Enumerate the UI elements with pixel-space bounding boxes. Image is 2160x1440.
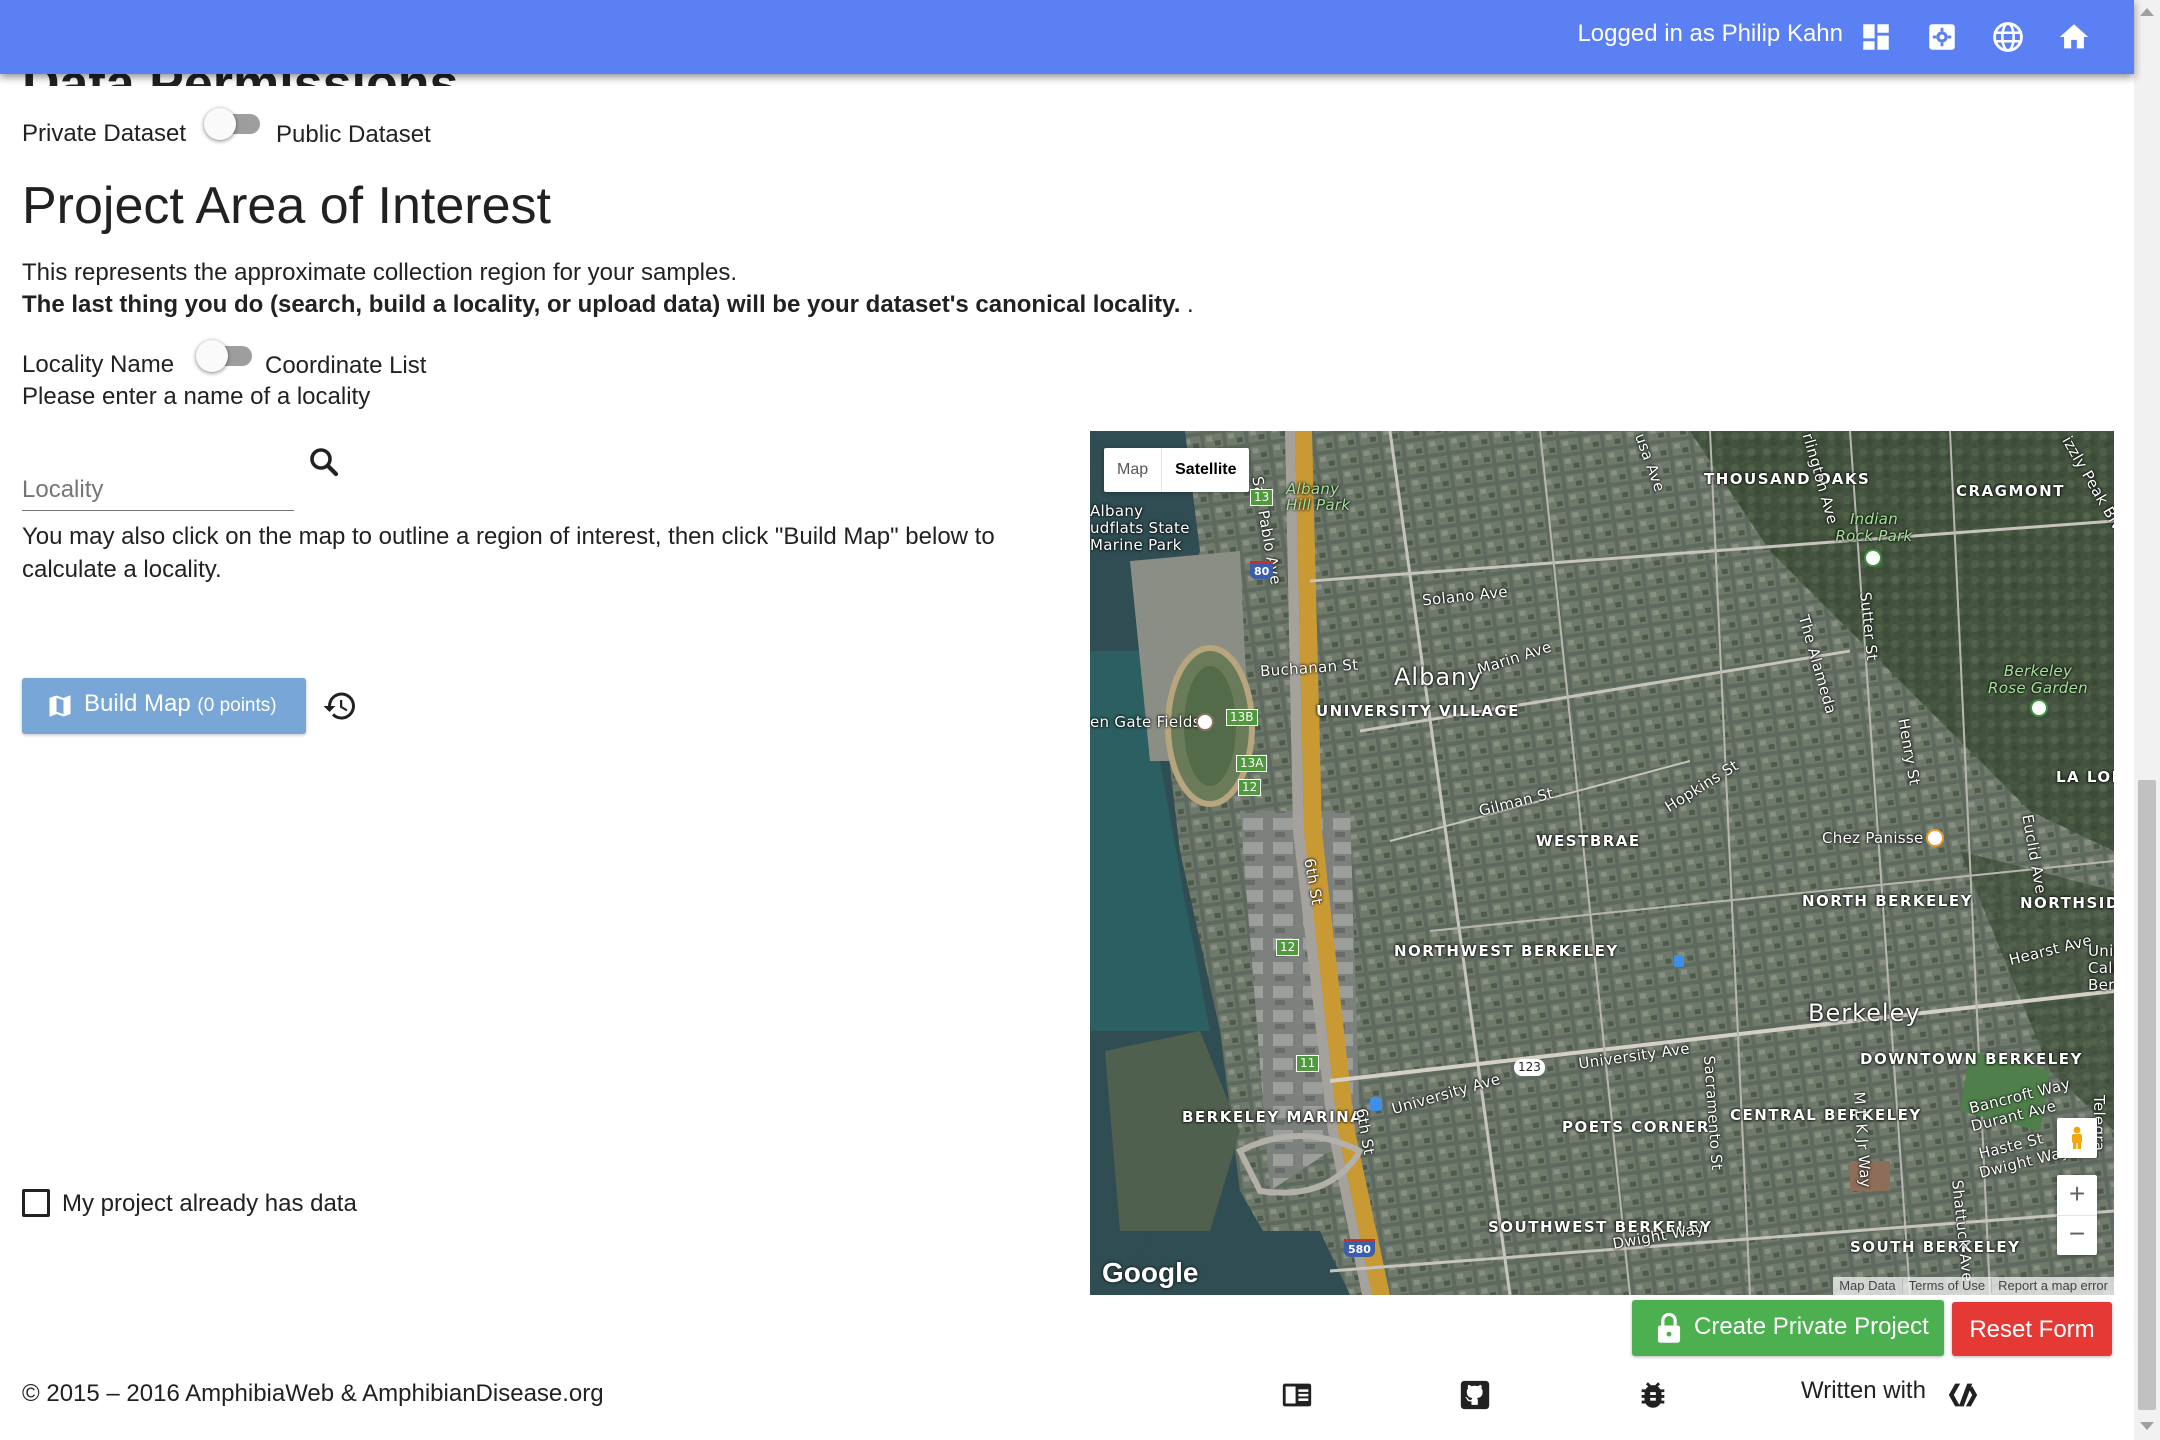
google-logo: Google <box>1102 1257 1199 1288</box>
transit-marker-icon[interactable] <box>1674 955 1684 967</box>
area-intro-text: This represents the approximate collecti… <box>22 259 738 286</box>
map-label-berkeley: Berkeley <box>1808 999 1921 1027</box>
map-label-north-berkeley: NORTH BERKELEY <box>1802 892 1973 910</box>
locality-input[interactable] <box>22 470 294 511</box>
locality-name-label: Locality Name <box>22 351 175 378</box>
search-icon[interactable] <box>306 444 342 480</box>
highway-shield-13b: 13B <box>1226 709 1258 726</box>
map-data-link[interactable]: Map Data <box>1833 1278 1901 1293</box>
map-label-downtown-berkeley: DOWNTOWN BERKELEY <box>1860 1050 2083 1068</box>
coordinate-list-label: Coordinate List <box>265 352 427 379</box>
map-hint-text: You may also click on the map to outline… <box>22 523 995 583</box>
logged-in-user: Logged in as Philip Kahn <box>1577 20 1843 47</box>
restaurant-marker-icon[interactable] <box>1926 829 1944 847</box>
build-map-button[interactable]: Build Map (0 points) <box>22 678 306 734</box>
page-scrollbar[interactable] <box>2134 0 2160 1440</box>
map-label-central-berkeley: CENTRAL BERKELEY <box>1730 1106 1922 1124</box>
map-icon <box>46 692 74 720</box>
reset-form-button[interactable]: Reset Form <box>1952 1302 2112 1356</box>
terms-of-use-link[interactable]: Terms of Use <box>1901 1278 1992 1293</box>
settings-icon[interactable] <box>1925 20 1959 54</box>
has-data-checkbox[interactable] <box>22 1189 50 1217</box>
map-label-southwest-berkeley: SOUTHWEST BERKELEY <box>1488 1218 1713 1236</box>
transit-marker-icon[interactable] <box>1370 1097 1382 1111</box>
create-project-button[interactable]: Create Private Project <box>1632 1300 1944 1356</box>
map-label-chez-panisse: Chez Panisse <box>1822 829 1924 847</box>
highway-shield-12: 12 <box>1238 779 1262 796</box>
interstate-shield-80: 80 <box>1250 561 1274 579</box>
highway-shield-11: 11 <box>1296 1055 1320 1072</box>
map-label-poets-corner: POETS CORNER <box>1562 1118 1710 1136</box>
highway-shield-13a: 13A <box>1236 755 1268 772</box>
park-marker-icon[interactable] <box>2030 699 2048 717</box>
docs-icon[interactable] <box>1280 1378 1314 1412</box>
map-label-south-berkeley: SOUTH BERKELEY <box>1850 1238 2021 1256</box>
map-label-berkeley-marina: BERKELEY MARINA <box>1182 1108 1362 1126</box>
map-label-indian-rock-park: Indian Rock Park <box>1835 510 1913 545</box>
scroll-up-arrow[interactable] <box>2140 8 2154 16</box>
written-with-label: Written with <box>1801 1377 1926 1404</box>
history-icon[interactable] <box>322 688 358 724</box>
highway-shield-123: 123 <box>1514 1059 1545 1076</box>
private-dataset-label: Private Dataset <box>22 120 187 147</box>
polymer-icon[interactable] <box>1946 1378 1980 1412</box>
highway-shield-13: 13 <box>1250 489 1274 506</box>
map-canvas[interactable]: Albany Berkeley THOUSAND OAKS CRAGMONT U… <box>1090 431 2114 1295</box>
canonical-locality-note: The last thing you do (search, build a l… <box>22 291 1194 318</box>
map-label-westbrae: WESTBRAE <box>1536 832 1641 850</box>
zoom-control: + − <box>2057 1175 2097 1255</box>
map-label-la-lom: LA LOM <box>2056 768 2114 786</box>
satellite-imagery <box>1090 431 2114 1295</box>
dataset-visibility-toggle[interactable] <box>204 108 260 140</box>
map-label-thousand-oaks: THOUSAND OAKS <box>1704 470 1871 488</box>
map-label-northwest-berkeley: NORTHWEST BERKELEY <box>1394 942 1619 960</box>
locality-prompt: Please enter a name of a locality <box>22 383 371 410</box>
lock-icon <box>1654 1312 1684 1344</box>
map-type-satellite-button[interactable]: Satellite <box>1161 448 1249 492</box>
map-label-cragmont: CRAGMONT <box>1956 482 2065 500</box>
bug-report-icon[interactable] <box>1636 1378 1670 1412</box>
globe-icon[interactable] <box>1991 20 2025 54</box>
scroll-down-arrow[interactable] <box>2140 1422 2154 1430</box>
footer-copyright: © 2015 – 2016 AmphibiaWeb & AmphibianDis… <box>22 1380 604 1407</box>
build-map-point-count: (0 points) <box>197 695 277 716</box>
zoom-in-button[interactable]: + <box>2057 1175 2097 1216</box>
has-data-label: My project already has data <box>62 1190 357 1217</box>
map-type-map-button[interactable]: Map <box>1104 448 1161 492</box>
scroll-thumb[interactable] <box>2138 780 2156 1410</box>
reset-form-label: Reset Form <box>1969 1316 2095 1343</box>
map-label-northside: NORTHSID <box>2020 894 2114 912</box>
report-map-error-link[interactable]: Report a map error <box>1991 1278 2114 1293</box>
build-map-label: Build Map <box>84 690 191 717</box>
highway-shield-12-south: 12 <box>1276 939 1300 956</box>
create-project-label: Create Private Project <box>1694 1313 1929 1340</box>
page-title: Project Area of Interest <box>22 177 551 235</box>
public-dataset-label: Public Dataset <box>276 121 431 148</box>
map-label-rose-garden: Berkeley Rose Garden <box>1988 662 2088 697</box>
map-label-albany-hill-park: Albany Hill Park <box>1286 480 1351 514</box>
github-icon[interactable] <box>1458 1378 1492 1412</box>
park-marker-icon[interactable] <box>1864 549 1882 567</box>
map-label-golden-gate-fields: en Gate Fields <box>1090 713 1201 731</box>
map-label-albany-mudflats: Albany udflats State Marine Park <box>1090 502 1190 554</box>
map-attribution: Map Data Terms of Use Report a map error <box>1833 1277 2114 1295</box>
app-header: Logged in as Philip Kahn <box>0 0 2134 74</box>
map-label-univ-calif: Unive Calif Berk <box>2088 942 2114 994</box>
dashboard-icon[interactable] <box>1859 20 1893 54</box>
venue-marker-icon[interactable] <box>1196 713 1214 731</box>
zoom-out-button[interactable]: − <box>2057 1216 2097 1255</box>
map-label-university-village: UNIVERSITY VILLAGE <box>1316 702 1520 720</box>
street-view-pegman-icon[interactable] <box>2057 1118 2097 1158</box>
map-type-control[interactable]: Map Satellite <box>1104 448 1250 492</box>
locality-mode-toggle[interactable] <box>196 340 252 372</box>
interstate-shield-580: 580 <box>1344 1239 1375 1257</box>
map-label-albany: Albany <box>1394 663 1483 691</box>
home-icon[interactable] <box>2057 20 2091 54</box>
